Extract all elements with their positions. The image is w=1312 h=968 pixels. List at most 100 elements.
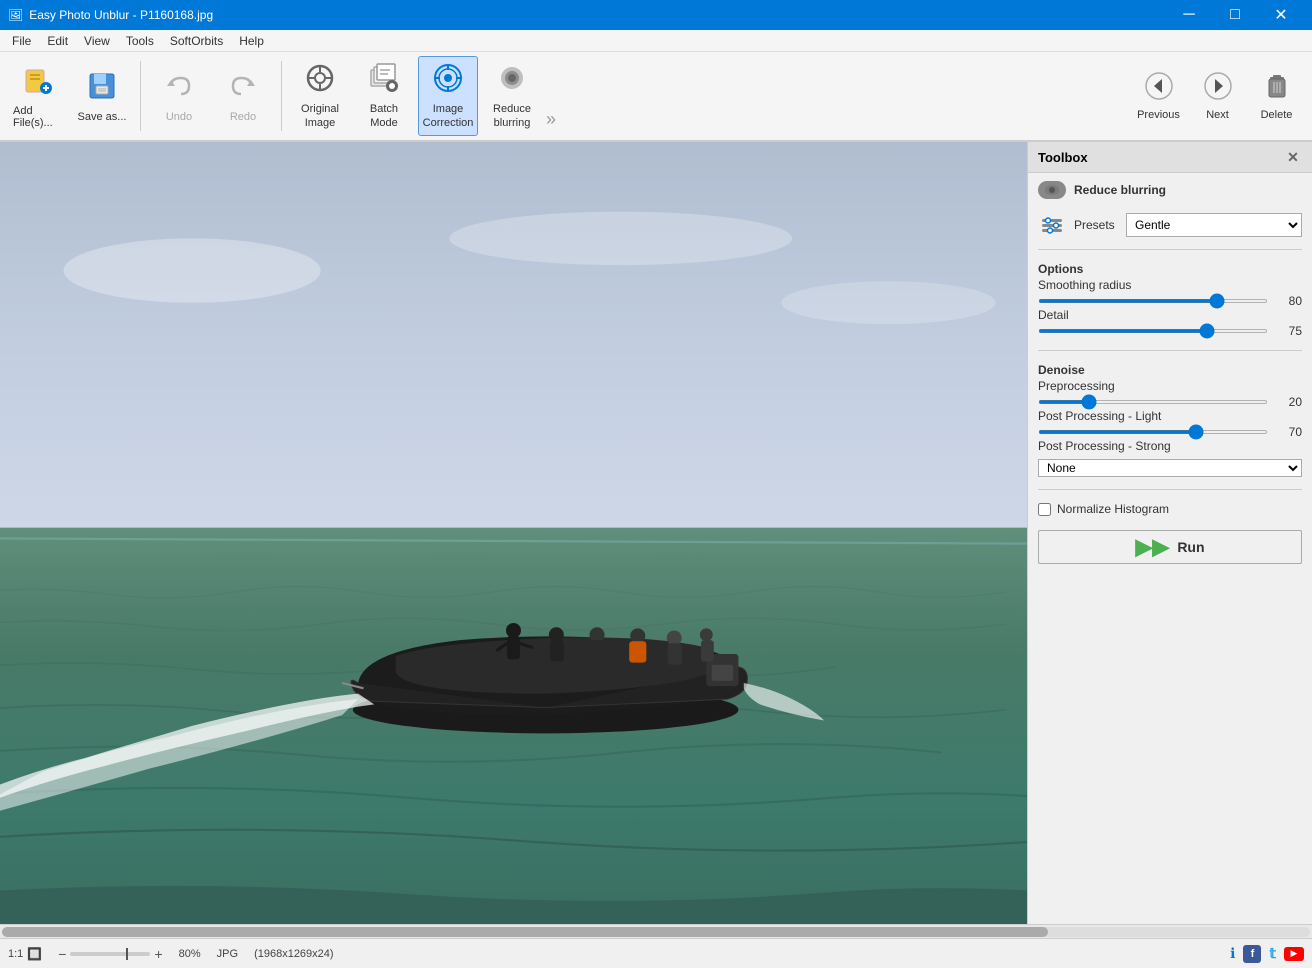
delete-button[interactable]: Delete (1249, 56, 1304, 136)
reduce-blurring-button[interactable]: Reduce blurring (482, 56, 542, 136)
previous-button[interactable]: Previous (1131, 56, 1186, 136)
image-correction-label: Image Correction (423, 103, 474, 129)
run-button[interactable]: ▶▶ Run (1038, 530, 1302, 564)
preprocessing-slider[interactable] (1038, 400, 1268, 404)
presets-row: Presets Gentle Strong Custom (1038, 213, 1302, 237)
options-section: Options Smoothing radius 80 Detail 75 (1038, 262, 1302, 338)
normalize-histogram-label[interactable]: Normalize Histogram (1057, 502, 1169, 516)
batch-mode-label: Batch Mode (359, 103, 409, 129)
menu-file[interactable]: File (4, 32, 39, 50)
original-image-icon (304, 62, 336, 99)
add-files-label: Add File(s)... (13, 105, 63, 129)
toolbox-title: Toolbox (1038, 150, 1088, 165)
detail-slider[interactable] (1038, 329, 1268, 333)
previous-label: Previous (1137, 109, 1180, 121)
status-bar: 1:1 🔲 − + 80% JPG (1968x1269x24) ℹ f 𝕥 ▶ (0, 938, 1312, 968)
image-correction-button[interactable]: Image Correction (418, 56, 478, 136)
original-image-button[interactable]: Original Image (290, 56, 350, 136)
post-processing-light-row: Post Processing - Light 70 (1038, 409, 1302, 439)
preprocessing-row: Preprocessing 20 (1038, 379, 1302, 409)
undo-icon (163, 70, 195, 107)
image-canvas (0, 142, 1027, 924)
preprocessing-container: 20 (1038, 395, 1302, 409)
toolbar: Add File(s)... Save as... Undo (0, 52, 1312, 142)
main-area: Toolbox ✕ Reduce blurring (0, 142, 1312, 924)
title-bar: 🖼 Easy Photo Unblur - P1160168.jpg ─ □ ✕ (0, 0, 1312, 30)
options-label: Options (1038, 262, 1302, 276)
denoise-label: Denoise (1038, 363, 1302, 377)
menu-edit[interactable]: Edit (39, 32, 76, 50)
post-processing-strong-label: Post Processing - Strong (1038, 439, 1302, 453)
smoothing-radius-row: Smoothing radius 80 (1038, 278, 1302, 308)
add-files-button[interactable]: Add File(s)... (8, 56, 68, 136)
normalize-histogram-checkbox[interactable] (1038, 503, 1051, 516)
close-button[interactable]: ✕ (1258, 0, 1304, 30)
detail-container: 75 (1038, 324, 1302, 338)
reduce-blurring-icon (496, 62, 528, 99)
save-as-button[interactable]: Save as... (72, 56, 132, 136)
delete-icon (1262, 71, 1292, 105)
redo-label: Redo (230, 111, 256, 123)
divider-1 (1038, 249, 1302, 250)
run-label: Run (1177, 539, 1204, 555)
toolbox-header: Toolbox ✕ (1028, 142, 1312, 173)
menu-tools[interactable]: Tools (118, 32, 162, 50)
presets-select[interactable]: Gentle Strong Custom (1126, 213, 1302, 237)
maximize-button[interactable]: □ (1212, 0, 1258, 30)
normalize-histogram-row: Normalize Histogram (1038, 502, 1302, 516)
redo-button[interactable]: Redo (213, 56, 273, 136)
smoothing-radius-value: 80 (1274, 294, 1302, 308)
post-processing-light-container: 70 (1038, 425, 1302, 439)
run-icon: ▶▶ (1135, 534, 1169, 560)
toolbox-close-button[interactable]: ✕ (1284, 148, 1302, 166)
scroll-thumb[interactable] (2, 927, 1048, 937)
next-label: Next (1206, 109, 1229, 121)
presets-icon (1038, 214, 1066, 236)
post-processing-light-slider[interactable] (1038, 430, 1268, 434)
nav-controls: Previous Next (1131, 56, 1304, 136)
save-as-icon (86, 70, 118, 107)
detail-label: Detail (1038, 308, 1302, 322)
delete-label: Delete (1261, 109, 1293, 121)
next-icon (1203, 71, 1233, 105)
reduce-blurring-title: Reduce blurring (1074, 183, 1166, 197)
divider-3 (1038, 489, 1302, 490)
menu-help[interactable]: Help (231, 32, 272, 50)
menu-bar: File Edit View Tools SoftOrbits Help (0, 30, 1312, 52)
app-icon: 🖼 (8, 8, 23, 22)
separator-1 (140, 61, 141, 131)
smoothing-radius-container: 80 (1038, 294, 1302, 308)
undo-button[interactable]: Undo (149, 56, 209, 136)
minimize-button[interactable]: ─ (1166, 0, 1212, 30)
toolbox-content: Reduce blurring Presets Gentle (1028, 173, 1312, 572)
smoothing-radius-label: Smoothing radius (1038, 278, 1302, 292)
add-files-icon (22, 64, 54, 101)
batch-mode-icon (368, 62, 400, 99)
image-correction-icon (432, 62, 464, 99)
image-area[interactable] (0, 142, 1027, 924)
menu-view[interactable]: View (76, 32, 118, 50)
scroll-track[interactable] (2, 927, 1310, 937)
redo-icon (227, 70, 259, 107)
post-processing-light-value: 70 (1274, 425, 1302, 439)
reduce-blurring-section: Reduce blurring (1038, 181, 1302, 199)
detail-value: 75 (1274, 324, 1302, 338)
horizontal-scrollbar[interactable] (0, 924, 1312, 938)
presets-label: Presets (1074, 218, 1118, 232)
menu-softorbits[interactable]: SoftOrbits (162, 32, 231, 50)
title-bar-controls: ─ □ ✕ (1166, 0, 1304, 30)
batch-mode-button[interactable]: Batch Mode (354, 56, 414, 136)
post-processing-light-label: Post Processing - Light (1038, 409, 1302, 423)
smoothing-radius-slider[interactable] (1038, 299, 1268, 303)
denoise-section: Denoise Preprocessing 20 Post Processing… (1038, 363, 1302, 477)
more-indicator: » (546, 109, 556, 130)
previous-icon (1144, 71, 1174, 105)
undo-label: Undo (166, 111, 192, 123)
separator-2 (281, 61, 282, 131)
post-processing-strong-select[interactable]: None Low Medium High (1038, 459, 1302, 477)
toolbox-panel: Toolbox ✕ Reduce blurring (1027, 142, 1312, 924)
preprocessing-value: 20 (1274, 395, 1302, 409)
reduce-blurring-section-icon (1038, 181, 1066, 199)
next-button[interactable]: Next (1190, 56, 1245, 136)
save-as-label: Save as... (78, 111, 127, 123)
